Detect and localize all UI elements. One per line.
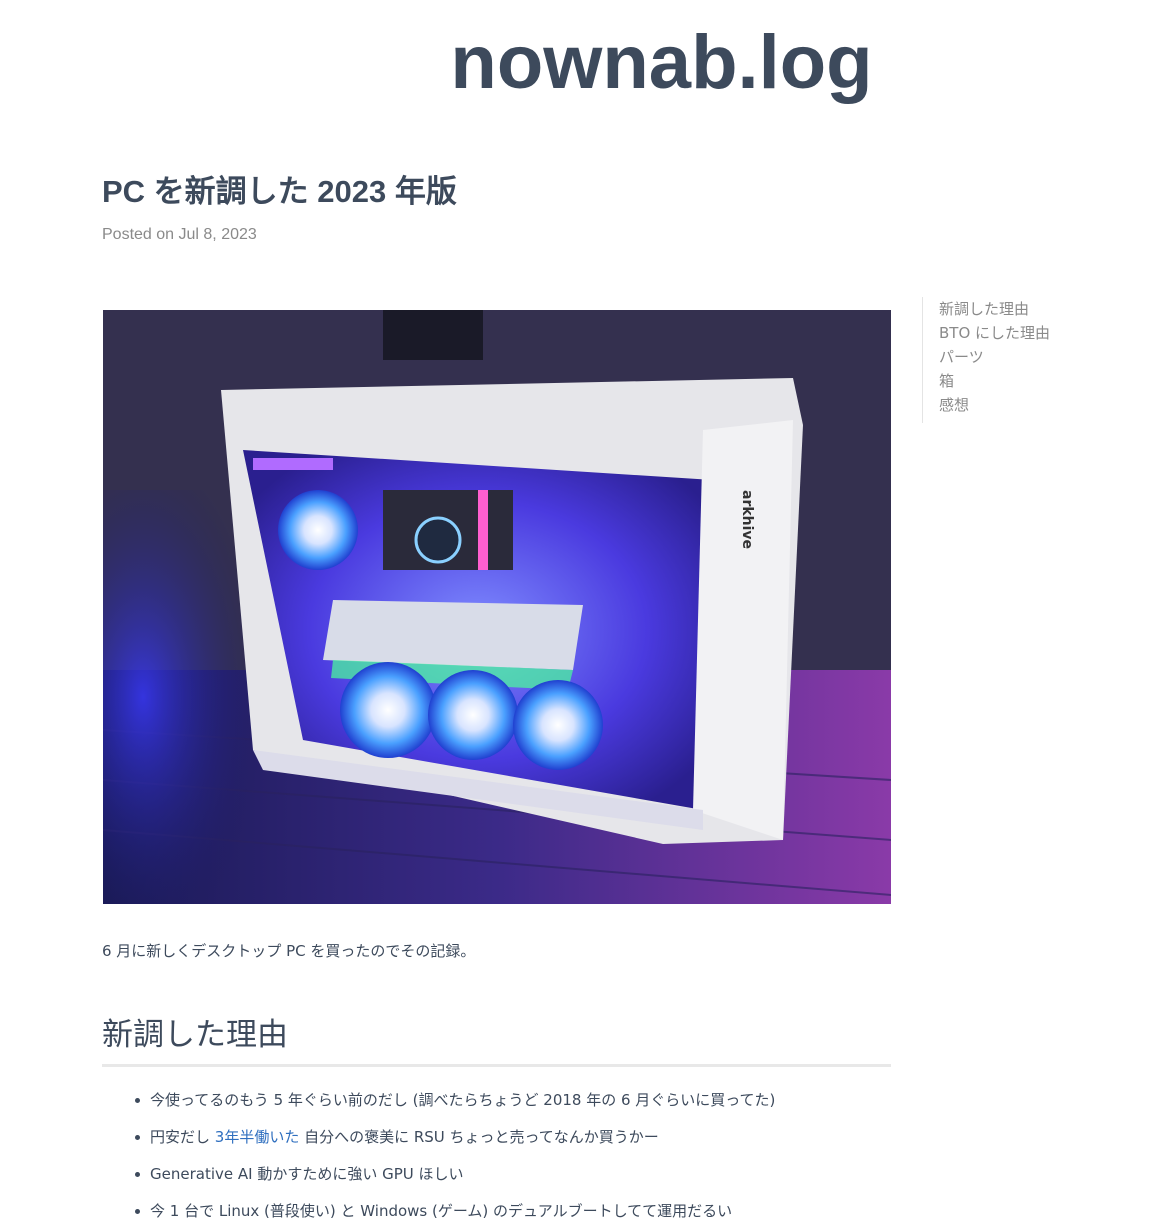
- list-item: Generative AI 動かすために強い GPU ほしい: [134, 1160, 775, 1188]
- toc-link-box[interactable]: 箱: [939, 369, 1050, 393]
- post-intro: 6 月に新しくデスクトップ PC を買ったのでその記録。: [102, 942, 476, 960]
- list-item: 今 1 台で Linux (普段使い) と Windows (ゲーム) のデュア…: [134, 1197, 775, 1225]
- list-item-text: 今使ってるのもう 5 年ぐらい前のだし (調べたらちょうど 2018 年の 6 …: [150, 1091, 776, 1109]
- three-years-link[interactable]: 3年半働いた: [215, 1128, 300, 1146]
- list-item: 円安だし 3年半働いた 自分への褒美に RSU ちょっと売ってなんか買うかー: [134, 1123, 775, 1151]
- toc-link-parts[interactable]: パーツ: [939, 345, 1050, 369]
- toc-link-impressions[interactable]: 感想: [939, 393, 1050, 417]
- pc-case-photo: arkhive: [103, 310, 891, 904]
- list-item-text-before: 円安だし: [150, 1128, 215, 1146]
- toc-link-reason[interactable]: 新調した理由: [939, 297, 1050, 321]
- list-item: 今使ってるのもう 5 年ぐらい前のだし (調べたらちょうど 2018 年の 6 …: [134, 1086, 776, 1114]
- section-heading-reason: 新調した理由: [102, 1012, 891, 1067]
- page: nownab.log PC を新調した 2023 年版 Posted on Ju…: [0, 0, 1160, 1227]
- table-of-contents: 新調した理由 BTO にした理由 パーツ 箱 感想: [922, 297, 1050, 423]
- list-item-text: 今 1 台で Linux (普段使い) と Windows (ゲーム) のデュア…: [150, 1202, 733, 1220]
- post-title: PC を新調した 2023 年版: [102, 174, 457, 209]
- site-title-link[interactable]: nownab.log: [0, 18, 1160, 108]
- post-hero-image: arkhive: [103, 310, 891, 904]
- reason-list: 今使ってるのもう 5 年ぐらい前のだし (調べたらちょうど 2018 年の 6 …: [110, 1086, 775, 1227]
- list-item-text: Generative AI 動かすために強い GPU ほしい: [150, 1165, 464, 1183]
- post-date: Posted on Jul 8, 2023: [102, 226, 257, 243]
- case-brand-label: arkhive: [739, 490, 755, 549]
- list-item-text-after: 自分への褒美に RSU ちょっと売ってなんか買うかー: [299, 1128, 659, 1146]
- toc-link-bto[interactable]: BTO にした理由: [939, 321, 1050, 345]
